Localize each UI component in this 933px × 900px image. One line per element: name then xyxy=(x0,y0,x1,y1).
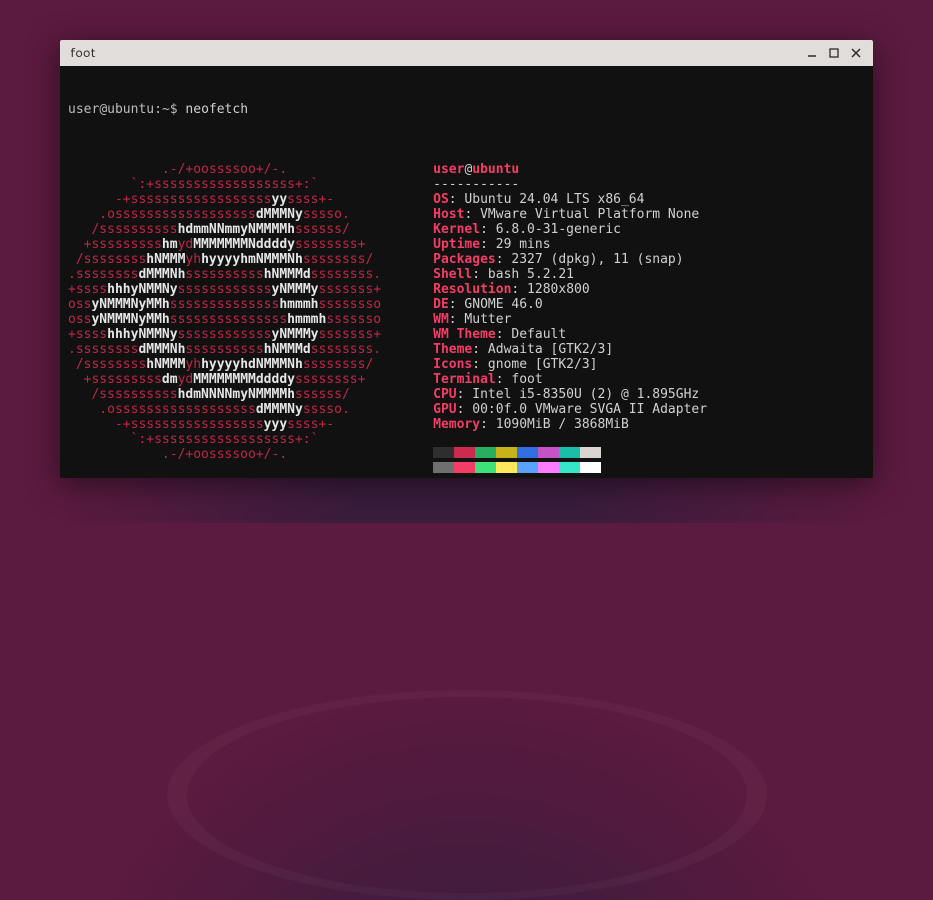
color-swatch xyxy=(475,462,496,473)
color-swatch xyxy=(454,462,475,473)
color-swatch-row xyxy=(433,447,707,462)
color-swatch xyxy=(496,447,517,458)
color-swatch xyxy=(517,447,538,458)
color-swatch xyxy=(433,462,454,473)
color-swatch xyxy=(559,462,580,473)
typed-command: neofetch xyxy=(185,102,248,117)
info-row: Terminal: foot xyxy=(433,372,707,387)
maximize-button[interactable] xyxy=(823,43,845,63)
distro-logo: .-/+oossssoo+/-. `:+ssssssssssssssssss+:… xyxy=(68,162,381,477)
info-row: Theme: Adwaita [GTK2/3] xyxy=(433,342,707,357)
color-swatch xyxy=(538,447,559,458)
info-row: Memory: 1090MiB / 3868MiB xyxy=(433,417,707,432)
prompt-user: user xyxy=(68,102,99,117)
neofetch-output: .-/+oossssoo+/-. `:+ssssssssssssssssss+:… xyxy=(68,162,865,477)
color-swatch xyxy=(580,462,601,473)
color-swatch-row xyxy=(433,462,707,477)
color-swatch xyxy=(517,462,538,473)
info-row: WM Theme: Default xyxy=(433,327,707,342)
info-row: GPU: 00:0f.0 VMware SVGA II Adapter xyxy=(433,402,707,417)
info-row: Resolution: 1280x800 xyxy=(433,282,707,297)
prompt-line-1: user@ubuntu:~$ neofetch xyxy=(68,102,865,117)
info-row: Host: VMware Virtual Platform None xyxy=(433,207,707,222)
titlebar[interactable]: foot xyxy=(60,40,873,66)
color-swatch xyxy=(580,447,601,458)
info-row: Packages: 2327 (dpkg), 11 (snap) xyxy=(433,252,707,267)
color-swatch xyxy=(433,447,454,458)
color-swatch xyxy=(496,462,517,473)
info-row: OS: Ubuntu 24.04 LTS x86_64 xyxy=(433,192,707,207)
terminal-window: foot user@ubuntu:~$ neofetch .-/+oosssso… xyxy=(60,40,873,478)
color-swatch xyxy=(475,447,496,458)
info-row: Shell: bash 5.2.21 xyxy=(433,267,707,282)
info-header: user@ubuntu xyxy=(433,162,707,177)
info-row: DE: GNOME 46.0 xyxy=(433,297,707,312)
info-row: Uptime: 29 mins xyxy=(433,237,707,252)
terminal-viewport[interactable]: user@ubuntu:~$ neofetch .-/+oossssoo+/-.… xyxy=(60,66,873,478)
system-info: user@ubuntu-----------OS: Ubuntu 24.04 L… xyxy=(433,162,707,477)
prompt-host: ubuntu xyxy=(107,102,154,117)
info-row: WM: Mutter xyxy=(433,312,707,327)
info-row: CPU: Intel i5-8350U (2) @ 1.895GHz xyxy=(433,387,707,402)
color-swatch xyxy=(538,462,559,473)
prompt-cwd: ~ xyxy=(162,102,170,117)
window-title: foot xyxy=(70,44,801,62)
info-row: Kernel: 6.8.0-31-generic xyxy=(433,222,707,237)
info-rule: ----------- xyxy=(433,177,707,192)
prompt-symbol: $ xyxy=(170,102,178,117)
info-row: Icons: gnome [GTK2/3] xyxy=(433,357,707,372)
color-swatch xyxy=(454,447,475,458)
close-button[interactable] xyxy=(845,43,867,63)
minimize-button[interactable] xyxy=(801,43,823,63)
color-swatch xyxy=(559,447,580,458)
